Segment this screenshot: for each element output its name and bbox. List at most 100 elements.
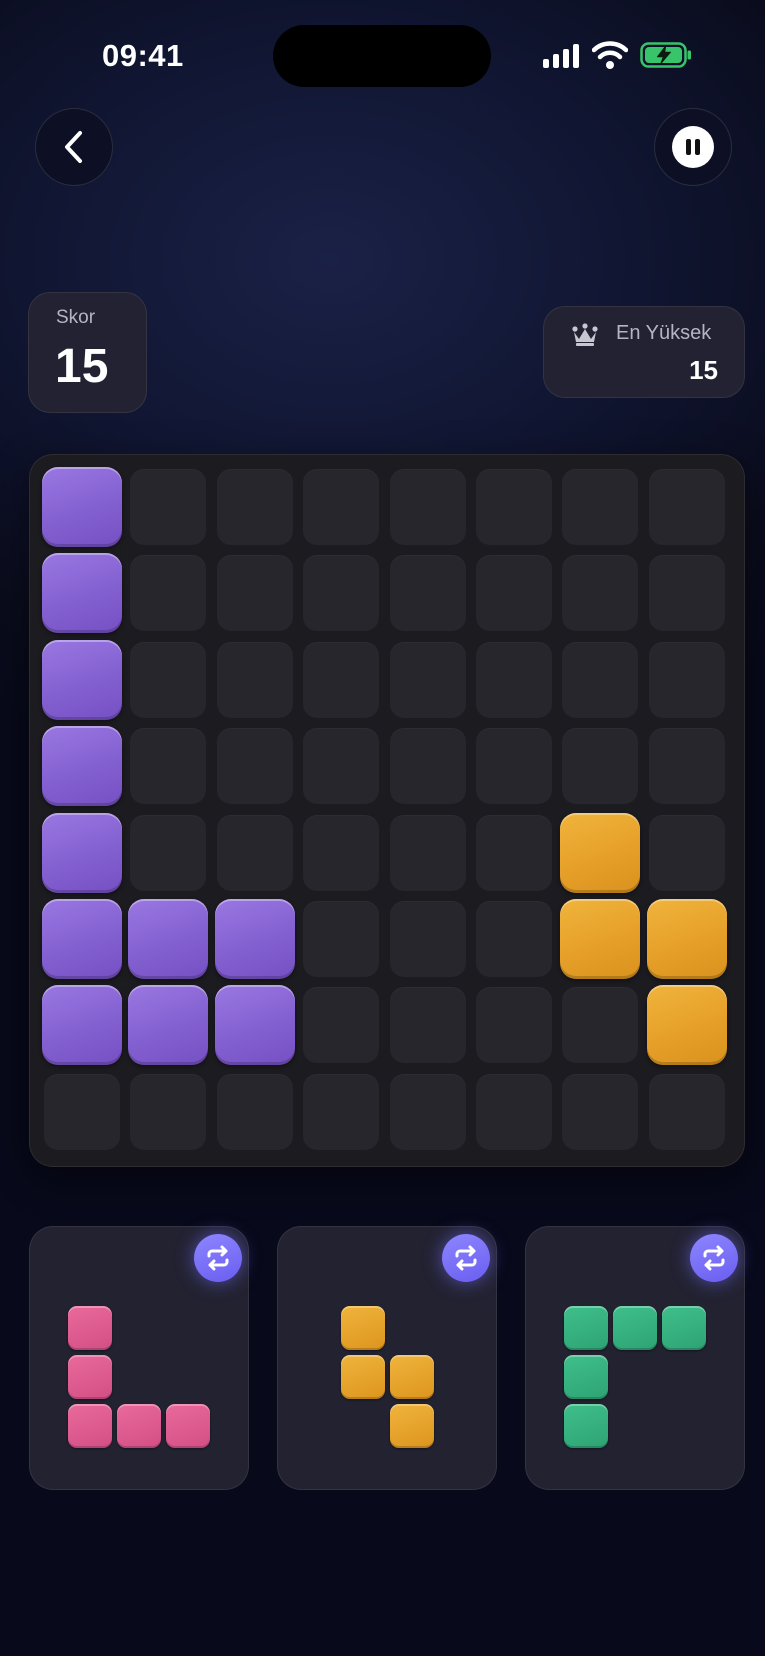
block-orange[interactable] (646, 985, 727, 1066)
signal-icon (543, 42, 581, 68)
crown-icon (572, 323, 598, 346)
board-cell-empty[interactable] (303, 814, 380, 891)
block-purple[interactable] (42, 467, 122, 547)
block-purple[interactable] (128, 899, 209, 979)
best-score-label: En Yüksek (616, 322, 712, 344)
piece-slot-1[interactable] (29, 1226, 249, 1490)
piece-block-pink (68, 1354, 112, 1399)
piece-block-orange (340, 1305, 385, 1350)
block-purple[interactable] (214, 899, 295, 979)
board-cell-empty[interactable] (476, 555, 552, 632)
board-cell-empty[interactable] (389, 728, 466, 805)
rotate-icon (455, 1245, 477, 1271)
piece-slot-3[interactable] (525, 1226, 745, 1490)
board-cell-empty[interactable] (389, 641, 466, 718)
board-cell-empty[interactable] (476, 901, 552, 977)
board-cell-empty[interactable] (216, 555, 293, 632)
piece-slot-2[interactable] (277, 1226, 497, 1490)
board-cell-empty[interactable] (648, 814, 725, 891)
block-purple[interactable] (42, 553, 122, 634)
board-cell-empty[interactable] (648, 728, 725, 805)
rotate-button[interactable] (194, 1234, 242, 1282)
board-cell-empty[interactable] (389, 1073, 466, 1150)
board-cell-empty[interactable] (562, 728, 639, 805)
piece-block-green (662, 1305, 706, 1350)
best-score-card: En Yüksek 15 (543, 306, 745, 398)
board-cell-empty[interactable] (648, 1073, 725, 1150)
status-time: 09:41 (102, 38, 184, 73)
piece-block-green (564, 1305, 608, 1350)
wifi-icon (592, 41, 628, 69)
board-cell-empty[interactable] (303, 641, 380, 718)
score-card: Skor 15 (28, 292, 147, 413)
block-orange[interactable] (560, 899, 641, 979)
piece-block-green (564, 1403, 608, 1448)
piece-block-pink (117, 1403, 161, 1448)
board-cell-empty[interactable] (476, 728, 552, 805)
board-cell-empty[interactable] (648, 555, 725, 632)
board-cell-empty[interactable] (389, 555, 466, 632)
piece-block-orange (340, 1354, 385, 1399)
rotate-button[interactable] (442, 1234, 490, 1282)
board-cell-empty[interactable] (476, 987, 552, 1064)
board-cell-empty[interactable] (303, 987, 380, 1064)
board-cell-empty[interactable] (130, 641, 207, 718)
piece-block-pink (68, 1305, 112, 1350)
block-orange[interactable] (646, 899, 727, 979)
board-cell-empty[interactable] (476, 469, 552, 545)
board-cell-empty[interactable] (303, 469, 380, 545)
board-cell-empty[interactable] (562, 641, 639, 718)
chevron-left-icon (65, 131, 82, 163)
board-cell-empty[interactable] (389, 814, 466, 891)
board-cell-empty[interactable] (130, 728, 207, 805)
board-cell-empty[interactable] (476, 1073, 552, 1150)
board-cell-empty[interactable] (130, 814, 207, 891)
block-purple[interactable] (42, 812, 122, 893)
board-cell-empty[interactable] (44, 1073, 120, 1150)
best-score-value: 15 (689, 355, 718, 385)
board-cell-empty[interactable] (389, 901, 466, 977)
piece-block-orange (389, 1354, 434, 1399)
board-cell-empty[interactable] (216, 728, 293, 805)
board-cell-empty[interactable] (216, 1073, 293, 1150)
board-cell-empty[interactable] (130, 555, 207, 632)
board-cell-empty[interactable] (216, 469, 293, 545)
block-purple[interactable] (128, 985, 209, 1066)
board-cell-empty[interactable] (130, 469, 207, 545)
board-cell-empty[interactable] (303, 728, 380, 805)
board-cell-empty[interactable] (216, 641, 293, 718)
block-purple[interactable] (42, 639, 122, 720)
rotate-icon (703, 1245, 725, 1271)
block-purple[interactable] (42, 985, 122, 1066)
block-purple[interactable] (214, 985, 295, 1066)
board-cell-empty[interactable] (562, 555, 639, 632)
board-cell-empty[interactable] (216, 814, 293, 891)
board-cell-empty[interactable] (648, 641, 725, 718)
board-cell-empty[interactable] (562, 987, 639, 1064)
game-board[interactable] (29, 454, 745, 1167)
board-cell-empty[interactable] (476, 641, 552, 718)
block-orange[interactable] (560, 812, 641, 893)
board-cell-empty[interactable] (130, 1073, 207, 1150)
piece-block-pink (166, 1403, 210, 1448)
piece-block-green (564, 1354, 608, 1399)
block-purple[interactable] (42, 726, 122, 807)
piece-block-green (613, 1305, 657, 1350)
board-cell-empty[interactable] (303, 901, 380, 977)
board-cell-empty[interactable] (303, 555, 380, 632)
board-cell-empty[interactable] (562, 469, 639, 545)
battery-charging-icon (640, 42, 691, 68)
pause-button[interactable] (654, 108, 732, 186)
board-cell-empty[interactable] (303, 1073, 380, 1150)
piece-block-orange (389, 1403, 434, 1448)
board-cell-empty[interactable] (389, 469, 466, 545)
board-cell-empty[interactable] (389, 987, 466, 1064)
rotate-button[interactable] (690, 1234, 738, 1282)
back-button[interactable] (35, 108, 113, 186)
block-purple[interactable] (42, 899, 122, 979)
board-cell-empty[interactable] (476, 814, 552, 891)
board-cell-empty[interactable] (562, 1073, 639, 1150)
score-value: 15 (55, 340, 109, 393)
score-label: Skor (56, 307, 96, 328)
board-cell-empty[interactable] (648, 469, 725, 545)
